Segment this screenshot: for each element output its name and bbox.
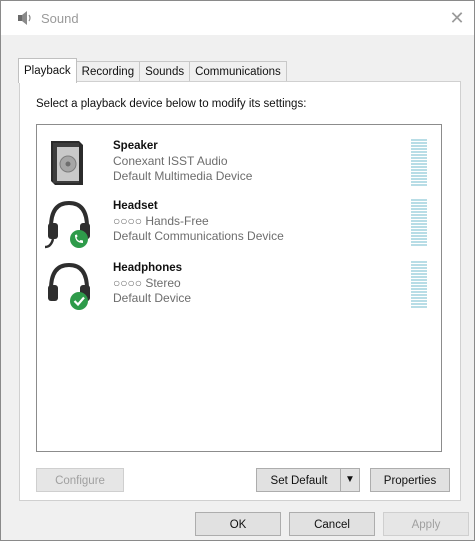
speaker-icon <box>51 141 83 185</box>
device-status: Default Multimedia Device <box>113 169 253 183</box>
check-badge-icon <box>70 292 88 310</box>
sound-app-icon <box>18 11 31 25</box>
volume-meter <box>411 261 427 309</box>
device-info: Speaker Conexant ISST Audio Default Mult… <box>113 139 252 184</box>
tab-strip: Playback Recording Sounds Communications <box>18 58 287 83</box>
set-default-dropdown-icon[interactable]: ▼ <box>340 469 359 491</box>
tab-recording[interactable]: Recording <box>75 61 141 83</box>
device-item-headset[interactable]: Headset ○○○○ Hands-Free Default Communic… <box>37 193 441 253</box>
tab-playback[interactable]: Playback <box>18 58 77 83</box>
volume-meter <box>411 139 427 187</box>
headset-icon <box>44 200 90 249</box>
device-status: Default Communications Device <box>113 229 284 243</box>
apply-button[interactable]: Apply <box>383 512 469 536</box>
tab-communications[interactable]: Communications <box>189 61 287 83</box>
tab-sounds[interactable]: Sounds <box>139 61 191 83</box>
device-list[interactable]: Speaker Conexant ISST Audio Default Mult… <box>36 124 442 452</box>
set-default-label: Set Default <box>270 475 328 487</box>
device-item-headphones[interactable]: Headphones ○○○○ Stereo Default Device <box>37 255 441 315</box>
device-name: Headphones <box>113 262 183 274</box>
headphones-icon <box>48 262 90 310</box>
device-item-speaker[interactable]: Speaker Conexant ISST Audio Default Mult… <box>37 133 441 193</box>
device-info: Headphones ○○○○ Stereo Default Device <box>113 261 191 306</box>
phone-badge-icon <box>70 230 88 248</box>
configure-button[interactable]: Configure <box>36 468 124 492</box>
cancel-button[interactable]: Cancel <box>289 512 375 536</box>
device-name: Speaker <box>113 140 158 152</box>
sound-dialog: Sound ✕ Playback Recording Sounds Commun… <box>0 0 475 541</box>
device-status: Default Device <box>113 291 192 305</box>
instruction-text: Select a playback device below to modify… <box>36 98 307 110</box>
close-button[interactable]: ✕ <box>444 5 470 31</box>
title-bar: Sound ✕ <box>1 1 474 35</box>
ok-button[interactable]: OK <box>195 512 281 536</box>
device-info: Headset ○○○○ Hands-Free Default Communic… <box>113 199 284 244</box>
properties-button[interactable]: Properties <box>370 468 450 492</box>
device-driver: ○○○○ Hands-Free <box>113 214 209 228</box>
close-icon: ✕ <box>449 8 465 28</box>
device-name: Headset <box>113 200 158 212</box>
device-driver: Conexant ISST Audio <box>113 154 228 168</box>
set-default-button[interactable]: Set Default ▼ <box>256 468 360 492</box>
window-title: Sound <box>41 11 79 26</box>
device-driver: ○○○○ Stereo <box>113 276 181 290</box>
volume-meter <box>411 199 427 247</box>
playback-panel: Select a playback device below to modify… <box>19 81 461 501</box>
